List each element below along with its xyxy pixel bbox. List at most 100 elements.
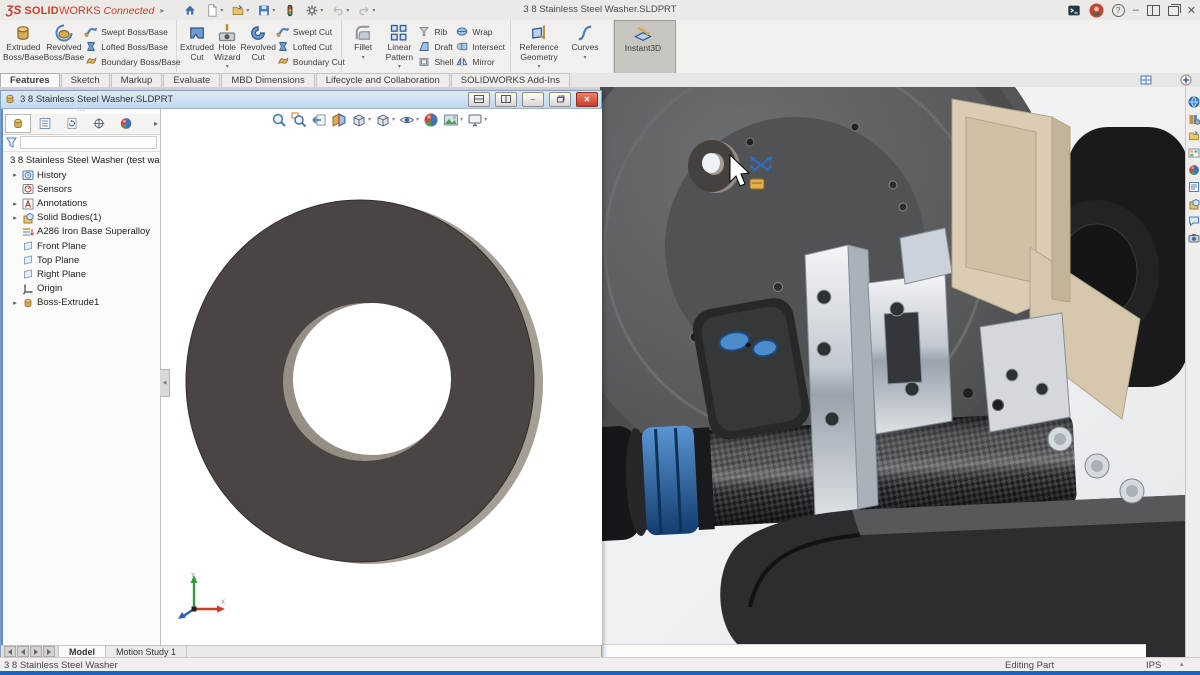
tree-root-item[interactable]: 3 8 Stainless Steel Washer (test washer)… (3, 154, 160, 168)
window-layout-icon[interactable] (1140, 74, 1152, 86)
hole-wizard-button[interactable]: Hole Wizard▾ (214, 22, 240, 70)
shell-button[interactable]: Shell (417, 54, 455, 69)
instant3d-button[interactable]: Instant3D (618, 23, 668, 54)
units-dropdown-icon[interactable]: ▴ (1180, 660, 1184, 668)
display-style-button[interactable]: ▾ (375, 112, 395, 128)
propertymanager-tab[interactable] (32, 114, 58, 133)
fillet-button[interactable]: Fillet▾ (345, 22, 381, 61)
filter-funnel-icon[interactable] (6, 137, 17, 148)
swept-cut-button[interactable]: Swept Cut (276, 24, 347, 39)
view-palette-icon[interactable] (1187, 146, 1200, 159)
more-tabs-chevron[interactable]: ▸ (154, 119, 158, 128)
wrap-button[interactable]: Wrap (455, 24, 507, 39)
tree-item-annotations[interactable]: ▸Annotations (3, 196, 160, 210)
featuremanager-tree-tab[interactable] (5, 114, 31, 133)
displaymanager-tab[interactable] (113, 114, 139, 133)
rib-button[interactable]: Rib (417, 24, 455, 39)
revolved-boss-base-button[interactable]: Revolved Boss/Base (44, 22, 85, 62)
next-tab-button[interactable] (30, 646, 42, 657)
custom-properties-icon[interactable] (1187, 180, 1200, 193)
extruded-cut-button[interactable]: Extruded Cut (180, 22, 214, 62)
boundary-cut-button[interactable]: Boundary Cut (276, 54, 347, 69)
options-button[interactable]: ▾ (302, 3, 326, 18)
tree-item-top-plane[interactable]: Top Plane (3, 253, 160, 267)
part-viewport[interactable]: ◀ ▾ ▾ ▾ ▾ ▾ (161, 109, 602, 645)
maximize-button[interactable] (1147, 5, 1160, 16)
user-avatar[interactable] (1089, 3, 1104, 18)
washer-model[interactable] (161, 109, 602, 645)
status-units[interactable]: IPS (1146, 660, 1161, 671)
tree-item-front-plane[interactable]: Front Plane (3, 239, 160, 253)
save-button[interactable]: ▾ (254, 3, 278, 18)
open-button[interactable]: ▾ (228, 3, 252, 18)
apply-scene-button[interactable]: ▾ (443, 112, 463, 128)
lofted-boss-base-button[interactable]: Lofted Boss/Base (84, 39, 182, 54)
restore-button[interactable] (1168, 6, 1179, 16)
tab-solidworks-addins[interactable]: SOLIDWORKS Add-Ins (451, 73, 570, 87)
document-titlebar[interactable]: 3 8 Stainless Steel Washer.SLDPRT – ✕ (1, 91, 601, 109)
extruded-boss-base-button[interactable]: Extruded Boss/Base (3, 22, 44, 62)
solidworks-resources-icon[interactable] (1187, 95, 1200, 108)
draft-button[interactable]: Draft (417, 39, 455, 54)
configurationmanager-tab[interactable] (59, 114, 85, 133)
zoom-to-area-button[interactable] (291, 112, 307, 128)
view-settings-button[interactable]: ▾ (467, 112, 487, 128)
tab-markup[interactable]: Markup (111, 73, 163, 87)
assembly-model[interactable] (600, 87, 1185, 657)
tree-filter-input[interactable] (20, 136, 157, 149)
tab-mbd-dimensions[interactable]: MBD Dimensions (221, 73, 314, 87)
first-tab-button[interactable] (4, 646, 16, 657)
tree-item-right-plane[interactable]: Right Plane (3, 267, 160, 281)
last-tab-button[interactable] (43, 646, 55, 657)
redo-button[interactable]: ▾ (354, 3, 378, 18)
file-explorer-icon[interactable] (1187, 129, 1200, 142)
revolved-cut-button[interactable]: Revolved Cut (240, 22, 275, 62)
capture-icon[interactable] (1187, 231, 1200, 244)
logo-expand-icon[interactable]: ▸ (160, 6, 164, 15)
tree-item-sensors[interactable]: Sensors (3, 182, 160, 196)
lofted-cut-button[interactable]: Lofted Cut (276, 39, 347, 54)
new-document-button[interactable]: ▾ (202, 3, 226, 18)
prev-tab-button[interactable] (17, 646, 29, 657)
reference-geometry-button[interactable]: Reference Geometry▾ (514, 22, 564, 70)
doc-minimize-button[interactable]: – (522, 92, 544, 107)
design-library-icon[interactable] (1187, 112, 1200, 125)
section-view-button[interactable] (331, 112, 347, 128)
tab-features[interactable]: Features (0, 73, 60, 87)
tab-lifecycle-collaboration[interactable]: Lifecycle and Collaboration (316, 73, 450, 87)
tree-item-solid-bodies[interactable]: ▸Solid Bodies(1) (3, 211, 160, 225)
zoom-to-fit-button[interactable] (271, 112, 287, 128)
tab-sketch[interactable]: Sketch (61, 73, 110, 87)
close-button[interactable]: ✕ (1187, 4, 1196, 17)
tab-evaluate[interactable]: Evaluate (163, 73, 220, 87)
tree-item-origin[interactable]: Origin (3, 282, 160, 296)
view-orientation-button[interactable]: ▾ (351, 112, 371, 128)
tree-item-history[interactable]: ▸History (3, 168, 160, 182)
part-reviewer-icon[interactable] (1187, 197, 1200, 210)
mirror-button[interactable]: Mirror (455, 54, 507, 69)
forum-icon[interactable] (1187, 214, 1200, 227)
collapse-tree-handle[interactable]: ◀ (160, 369, 170, 397)
hide-show-items-button[interactable]: ▾ (399, 112, 419, 128)
compass-icon[interactable] (1180, 74, 1192, 86)
curves-button[interactable]: Curves▾ (564, 22, 606, 61)
doc-restore-button[interactable] (549, 92, 571, 107)
doc-tile-horizontal-button[interactable] (468, 92, 490, 107)
appearances-scenes-icon[interactable] (1187, 163, 1200, 176)
command-console-icon[interactable] (1067, 4, 1081, 17)
lifecycle-status-button[interactable] (280, 3, 300, 18)
linear-pattern-button[interactable]: Linear Pattern▾ (381, 22, 417, 70)
tree-item-boss-extrude1[interactable]: ▸Boss-Extrude1 (3, 296, 160, 310)
undo-button[interactable]: ▾ (328, 3, 352, 18)
swept-boss-base-button[interactable]: Swept Boss/Base (84, 24, 182, 39)
tree-item-material[interactable]: A286 Iron Base Superalloy (3, 225, 160, 239)
assembly-viewport[interactable] (600, 87, 1185, 657)
edit-appearance-button[interactable] (423, 112, 439, 128)
boundary-boss-base-button[interactable]: Boundary Boss/Base (84, 54, 182, 69)
previous-view-button[interactable] (311, 112, 327, 128)
home-button[interactable] (180, 3, 200, 18)
intersect-button[interactable]: Intersect (455, 39, 507, 54)
help-button[interactable]: ? (1112, 4, 1125, 17)
minimize-button[interactable]: – (1133, 4, 1139, 16)
doc-tile-vertical-button[interactable] (495, 92, 517, 107)
